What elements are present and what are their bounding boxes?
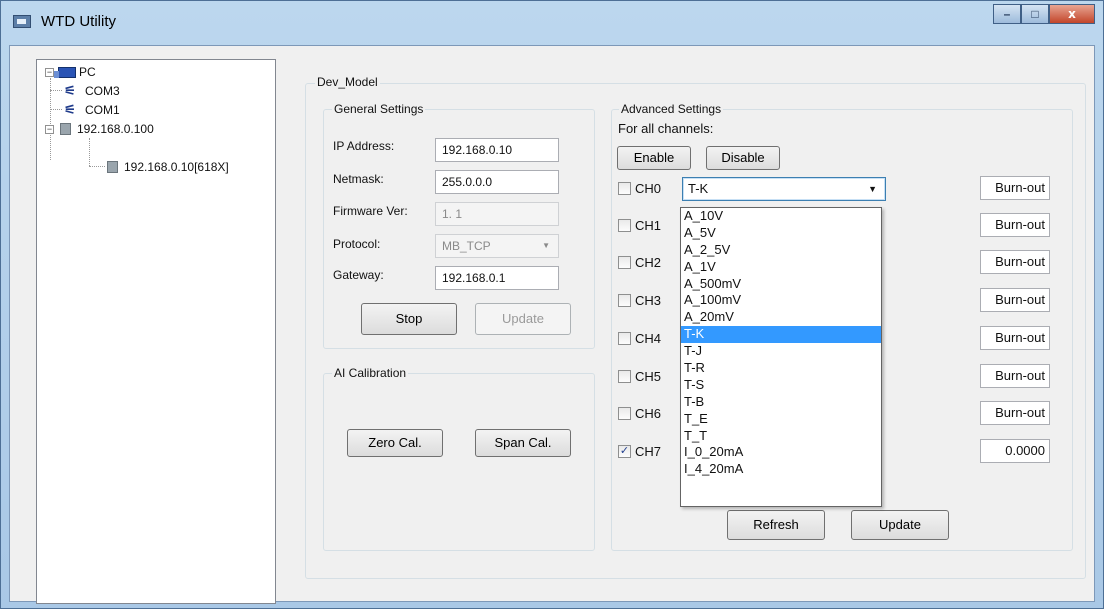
ch0-value-field[interactable]: Burn-out (980, 176, 1050, 200)
maximize-button[interactable]: □ (1021, 4, 1049, 24)
refresh-button[interactable]: Refresh (727, 510, 825, 540)
ch1-label: CH1 (635, 218, 662, 233)
tree-node-label: COM3 (85, 84, 120, 98)
range-option[interactable]: T_T (681, 428, 881, 445)
ch7-value-field[interactable]: 0.0000 (980, 439, 1050, 463)
zero-cal-button[interactable]: Zero Cal. (347, 429, 443, 457)
computer-icon (54, 66, 76, 78)
device-tree[interactable]: − PC ⚟ COM3 ⚟ COM1 − 192.168.0.100 192.1… (36, 59, 276, 604)
tree-node-label: 192.168.0.100 (77, 122, 154, 136)
range-option[interactable]: I_4_20mA (681, 461, 881, 478)
ch6-checkbox[interactable] (618, 407, 631, 420)
range-option[interactable]: T_E (681, 411, 881, 428)
tree-node-com1[interactable]: ⚟ COM1 (61, 101, 120, 119)
collapse-icon[interactable]: − (45, 67, 54, 77)
serial-port-icon: ⚟ (64, 83, 76, 98)
window-title: WTD Utility (41, 13, 116, 30)
chevron-down-icon: ▼ (868, 184, 877, 194)
advanced-update-button[interactable]: Update (851, 510, 949, 540)
range-option[interactable]: A_2_5V (681, 242, 881, 259)
netmask-label: Netmask: (333, 172, 384, 186)
ip-address-field[interactable]: 192.168.0.10 (435, 138, 559, 162)
ch2-value-field[interactable]: Burn-out (980, 250, 1050, 274)
range-option[interactable]: T-J (681, 343, 881, 360)
firmware-label: Firmware Ver: (333, 204, 408, 218)
enable-button[interactable]: Enable (617, 146, 691, 170)
close-button[interactable]: x (1049, 4, 1095, 24)
range-option[interactable]: T-B (681, 394, 881, 411)
range-option[interactable]: A_20mV (681, 309, 881, 326)
tree-node-device[interactable]: 192.168.0.10[618X] (107, 158, 229, 176)
ch2-checkbox[interactable] (618, 256, 631, 269)
device-icon (107, 161, 118, 173)
ch5-checkbox[interactable] (618, 370, 631, 383)
ch3-checkbox[interactable] (618, 294, 631, 307)
ch1-checkbox[interactable] (618, 219, 631, 232)
ch6-label: CH6 (635, 406, 662, 421)
stop-button[interactable]: Stop (361, 303, 457, 335)
firmware-field: 1. 1 (435, 202, 559, 226)
ch6-value-field[interactable]: Burn-out (980, 401, 1050, 425)
tree-node-pc[interactable]: − PC (45, 63, 96, 81)
disable-button[interactable]: Disable (706, 146, 780, 170)
all-channels-label: For all channels: (618, 121, 714, 136)
ch7-checkbox[interactable]: ✓ (618, 445, 631, 458)
range-dropdown-list[interactable]: A_10V A_5V A_2_5V A_1V A_500mV A_100mV A_20mV T… (680, 207, 882, 507)
ch0-checkbox[interactable] (618, 182, 631, 195)
ch3-value-field[interactable]: Burn-out (980, 288, 1050, 312)
range-option[interactable]: A_1V (681, 259, 881, 276)
ch0-range-select[interactable]: T-K ▼ (682, 177, 886, 201)
range-option[interactable]: A_5V (681, 225, 881, 242)
chevron-down-icon: ▼ (542, 241, 550, 250)
protocol-select: MB_TCP ▼ (435, 234, 559, 258)
protocol-label: Protocol: (333, 237, 381, 251)
dev-model-label: Dev_Model (315, 75, 380, 89)
ch0-label: CH0 (635, 181, 662, 196)
ai-calibration-label: AI Calibration (332, 366, 409, 380)
ch7-label: CH7 (635, 444, 662, 459)
app-window: WTD Utility – □ x − PC ⚟ COM3 ⚟ COM1 − 1… (0, 0, 1104, 609)
ch5-label: CH5 (635, 369, 662, 384)
ai-calibration-group (323, 373, 595, 551)
minimize-button[interactable]: – (993, 4, 1021, 24)
tree-node-com3[interactable]: ⚟ COM3 (61, 82, 120, 100)
ch2-label: CH2 (635, 255, 662, 270)
gateway-label: Gateway: (333, 268, 384, 282)
ip-address-label: IP Address: (333, 139, 395, 153)
tree-node-network[interactable]: − 192.168.0.100 (45, 120, 154, 138)
ch4-label: CH4 (635, 331, 662, 346)
tree-node-label: COM1 (85, 103, 120, 117)
netmask-field[interactable]: 255.0.0.0 (435, 170, 559, 194)
range-option[interactable]: A_10V (681, 208, 881, 225)
range-option[interactable]: T-K (681, 326, 881, 344)
network-icon (60, 123, 71, 135)
span-cal-button[interactable]: Span Cal. (475, 429, 571, 457)
advanced-settings-label: Advanced Settings (619, 102, 724, 116)
general-update-button[interactable]: Update (475, 303, 571, 335)
collapse-icon[interactable]: − (45, 124, 54, 134)
ch5-value-field[interactable]: Burn-out (980, 364, 1050, 388)
tree-node-label: 192.168.0.10[618X] (124, 160, 229, 174)
serial-port-icon: ⚟ (64, 102, 76, 117)
range-option[interactable]: T-R (681, 360, 881, 377)
range-option[interactable]: A_100mV (681, 292, 881, 309)
range-option[interactable]: T-S (681, 377, 881, 394)
ch3-label: CH3 (635, 293, 662, 308)
ch4-checkbox[interactable] (618, 332, 631, 345)
gateway-field[interactable]: 192.168.0.1 (435, 266, 559, 290)
ch0-range-value: T-K (688, 181, 709, 196)
ch1-value-field[interactable]: Burn-out (980, 213, 1050, 237)
protocol-value: MB_TCP (442, 239, 491, 253)
window-controls: – □ x (993, 4, 1095, 24)
general-settings-label: General Settings (332, 102, 426, 116)
app-icon (13, 15, 31, 28)
range-option[interactable]: A_500mV (681, 276, 881, 293)
range-option[interactable]: I_0_20mA (681, 444, 881, 461)
title-bar[interactable]: WTD Utility – □ x (1, 1, 1103, 45)
ch4-value-field[interactable]: Burn-out (980, 326, 1050, 350)
tree-node-label: PC (79, 65, 96, 79)
